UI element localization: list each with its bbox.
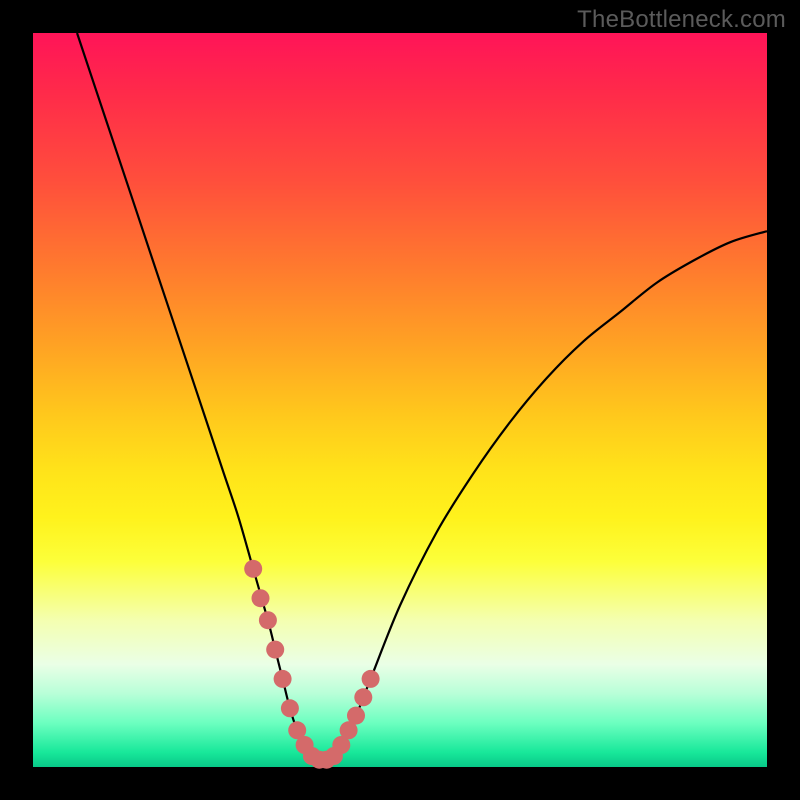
threshold-marker bbox=[354, 688, 372, 706]
bottleneck-curve-path bbox=[77, 33, 767, 760]
threshold-marker bbox=[266, 641, 284, 659]
threshold-marker bbox=[281, 699, 299, 717]
threshold-marker bbox=[274, 670, 292, 688]
curve-layer bbox=[33, 33, 767, 767]
threshold-marker bbox=[244, 560, 262, 578]
threshold-marker bbox=[347, 707, 365, 725]
threshold-marker bbox=[259, 611, 277, 629]
threshold-marker-group bbox=[244, 560, 379, 769]
watermark-text: TheBottleneck.com bbox=[577, 6, 786, 34]
plot-area bbox=[33, 33, 767, 767]
chart-stage: TheBottleneck.com bbox=[0, 0, 800, 800]
threshold-marker bbox=[252, 589, 270, 607]
threshold-marker bbox=[362, 670, 380, 688]
